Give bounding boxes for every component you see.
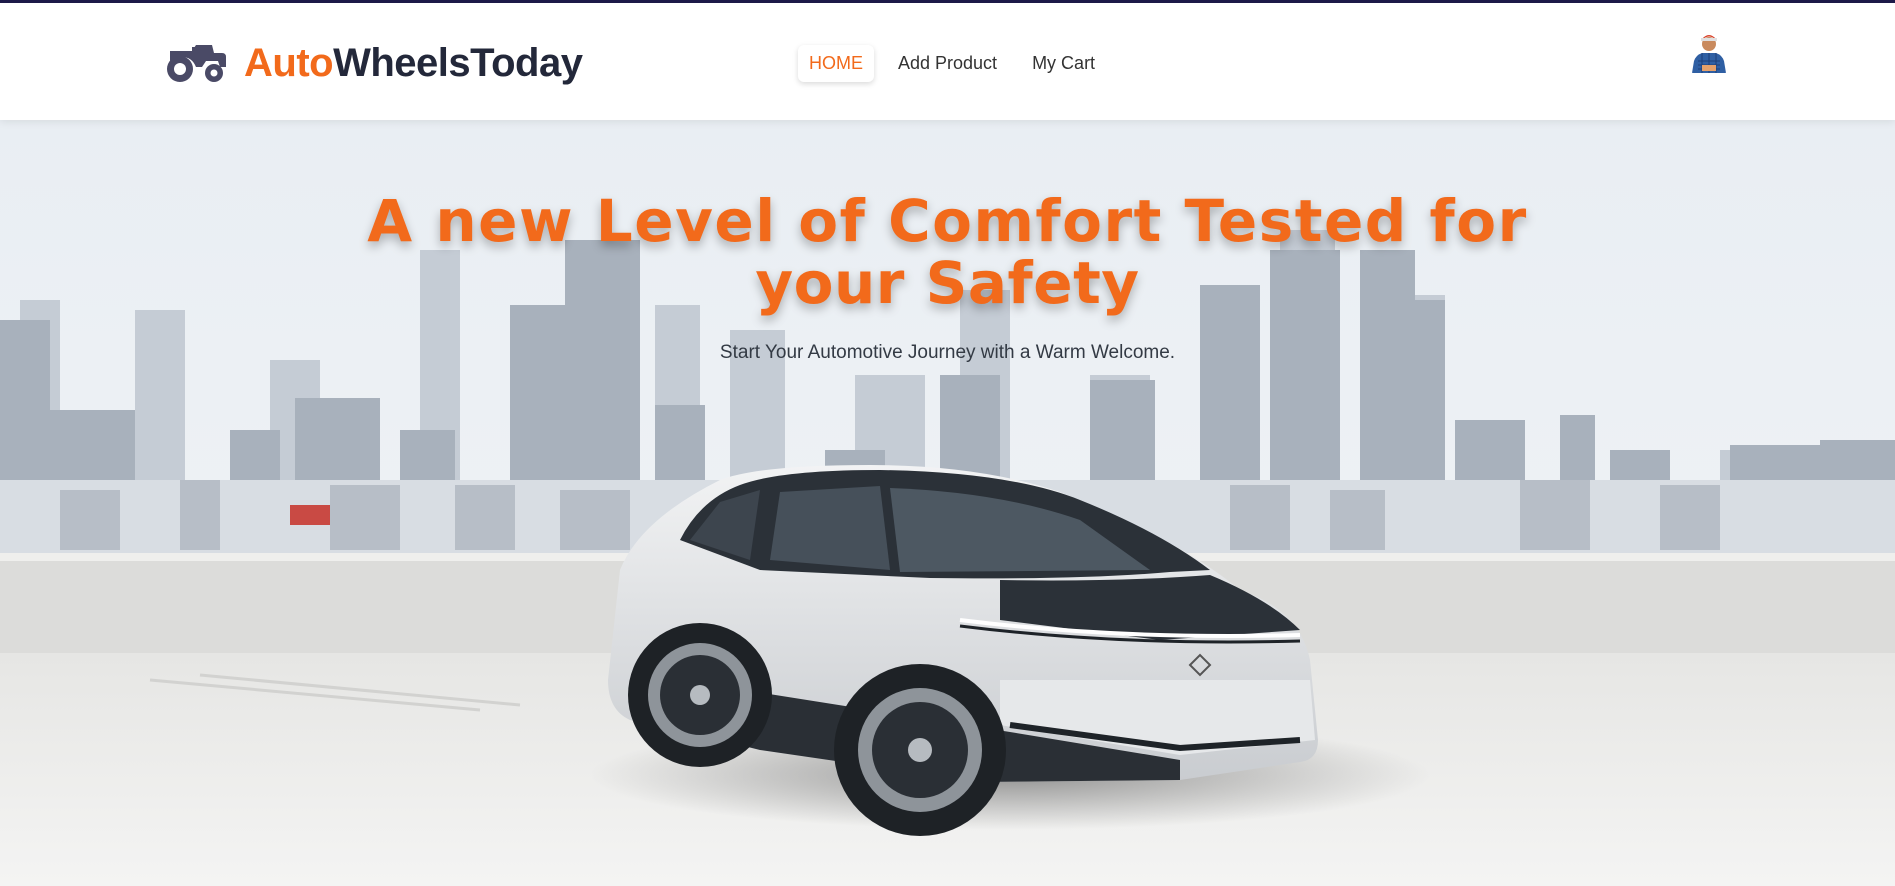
brand-name-part1: Auto	[244, 40, 334, 85]
nav-add-product[interactable]: Add Product	[887, 45, 1008, 82]
hero-title-line1: A new Level of Comfort Tested for	[367, 187, 1528, 255]
main-nav: HOME Add Product My Cart	[798, 45, 1119, 82]
tractor-icon	[167, 45, 226, 82]
hero-section: A new Level of Comfort Tested for your S…	[0, 120, 1895, 886]
navbar: AutoWheelsToday HOME Add Product My Cart	[0, 3, 1895, 120]
nav-my-cart[interactable]: My Cart	[1021, 45, 1106, 82]
nav-home[interactable]: HOME	[798, 45, 874, 82]
hero-title: A new Level of Comfort Tested for your S…	[0, 190, 1895, 314]
brand-name-part2: WheelsToday	[333, 40, 583, 85]
user-avatar-icon[interactable]	[1690, 31, 1728, 73]
brand-logo[interactable]: AutoWheelsToday	[162, 39, 583, 87]
brand-name: AutoWheelsToday	[244, 40, 583, 86]
hero-subtitle: Start Your Automotive Journey with a War…	[719, 342, 1176, 363]
hero-title-line2: your Safety	[755, 249, 1140, 317]
